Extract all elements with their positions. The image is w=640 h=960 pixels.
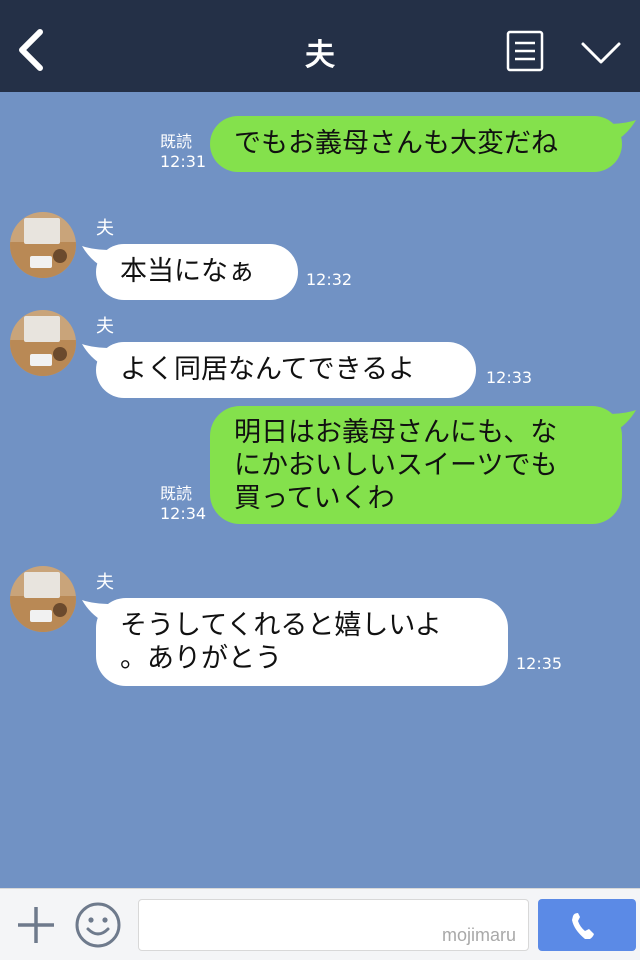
avatar[interactable] xyxy=(10,212,76,278)
phone-icon xyxy=(572,913,594,939)
sender-name: 夫 xyxy=(96,572,114,593)
my-message-bubble[interactable]: 明日はお義母さんにも、な にかおいしいスイーツでも 買っていくわ xyxy=(210,406,622,524)
smiley-icon[interactable] xyxy=(74,901,122,949)
bubble-tail xyxy=(606,410,636,432)
avatar[interactable] xyxy=(10,310,76,376)
my-message-bubble[interactable]: でもお義母さんも大変だね xyxy=(210,116,622,172)
message-time: 12:32 xyxy=(306,270,353,289)
watermark-text: mojimaru xyxy=(441,925,516,945)
message-meta: 既読 12:31 xyxy=(160,132,206,172)
message-composer: mojimaru xyxy=(0,888,640,960)
bubble-tail xyxy=(606,120,636,142)
message-line: にかおいしいスイーツでも xyxy=(234,450,558,481)
chat-header: 夫 xyxy=(0,0,640,92)
chevron-down-icon[interactable] xyxy=(580,38,622,68)
read-receipt: 既読 xyxy=(160,484,193,503)
avatar[interactable] xyxy=(10,566,76,632)
message-time: 12:31 xyxy=(160,152,207,171)
read-receipt: 既読 xyxy=(160,132,193,151)
message-text: 本当になぁ xyxy=(120,256,255,287)
message-meta: 既読 12:34 xyxy=(160,484,206,524)
call-button[interactable] xyxy=(538,899,636,951)
chat-title: 夫 xyxy=(305,38,335,73)
message-list[interactable]: 既読 12:31 でもお義母さんも大変だね 夫 本当になぁ 12:32 夫 よく… xyxy=(0,92,640,888)
their-message-bubble[interactable]: よく同居なんてできるよ xyxy=(96,342,476,398)
message-line: 明日はお義母さんにも、な xyxy=(234,417,558,448)
message-text: よく同居なんてできるよ xyxy=(120,354,416,385)
their-message-bubble[interactable]: 本当になぁ xyxy=(96,244,298,300)
message-time: 12:33 xyxy=(486,368,533,387)
message-time: 12:35 xyxy=(516,654,563,673)
message-line: そうしてくれると嬉しいよ xyxy=(120,610,442,641)
sender-name: 夫 xyxy=(96,218,114,239)
plus-icon[interactable] xyxy=(14,903,58,947)
their-message-bubble[interactable]: そうしてくれると嬉しいよ 。ありがとう xyxy=(96,598,508,686)
message-time: 12:34 xyxy=(160,504,207,523)
sender-name: 夫 xyxy=(96,316,114,337)
message-line: 買っていくわ xyxy=(234,483,395,514)
message-line: 。ありがとう xyxy=(120,643,282,674)
message-input[interactable]: mojimaru xyxy=(138,899,529,951)
list-icon[interactable] xyxy=(506,30,544,72)
message-text: でもお義母さんも大変だね xyxy=(234,128,558,159)
